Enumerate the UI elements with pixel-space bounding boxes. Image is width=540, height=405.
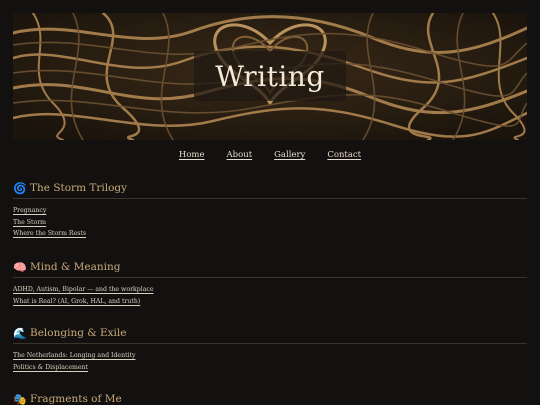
section-fragments-of-me: 🎭 Fragments of Me	[13, 391, 527, 405]
spiral-icon: 🌀	[13, 181, 27, 195]
section-storm-trilogy: 🌀 The Storm Trilogy Pregnancy The Storm …	[13, 180, 527, 239]
hero-title-box: Writing	[194, 51, 346, 101]
section-title: Belonging & Exile	[30, 327, 127, 339]
section-title: Fragments of Me	[30, 393, 122, 405]
theater-masks-icon: 🎭	[13, 392, 27, 405]
link-where-the-storm-rests[interactable]: Where the Storm Rests	[13, 229, 86, 239]
link-netherlands[interactable]: The Netherlands: Longing and Identity	[13, 351, 136, 361]
link-what-is-real[interactable]: What is Real? (AI, Grok, HAL, and truth)	[13, 297, 140, 307]
section-title: Mind & Meaning	[30, 261, 121, 273]
nav-gallery-link[interactable]: Gallery	[274, 150, 305, 160]
wave-icon: 🌊	[13, 326, 27, 340]
section-header: 🎭 Fragments of Me	[13, 391, 527, 405]
nav-contact-link[interactable]: Contact	[327, 150, 361, 160]
brain-icon: 🧠	[13, 260, 27, 274]
section-link-list: ADHD, Autism, Bipolar — and the workplac…	[13, 285, 527, 306]
section-link-list: Pregnancy The Storm Where the Storm Rest…	[13, 206, 527, 239]
link-politics-displacement[interactable]: Politics & Displacement	[13, 363, 88, 373]
section-header: 🌀 The Storm Trilogy	[13, 180, 527, 199]
section-header: 🧠 Mind & Meaning	[13, 259, 527, 278]
link-the-storm[interactable]: The Storm	[13, 218, 46, 228]
link-adhd-autism-bipolar[interactable]: ADHD, Autism, Bipolar — and the workplac…	[13, 285, 154, 295]
section-belonging-exile: 🌊 Belonging & Exile The Netherlands: Lon…	[13, 325, 527, 372]
hero-banner: Writing	[13, 13, 527, 140]
section-link-list: The Netherlands: Longing and Identity Po…	[13, 351, 527, 372]
section-header: 🌊 Belonging & Exile	[13, 325, 527, 344]
link-pregnancy[interactable]: Pregnancy	[13, 206, 46, 216]
page-title: Writing	[215, 59, 325, 93]
section-title: The Storm Trilogy	[30, 182, 128, 194]
nav-about-link[interactable]: About	[227, 150, 253, 160]
main-nav: Home About Gallery Contact	[0, 150, 540, 160]
nav-home-link[interactable]: Home	[179, 150, 205, 160]
section-mind-meaning: 🧠 Mind & Meaning ADHD, Autism, Bipolar —…	[13, 259, 527, 306]
